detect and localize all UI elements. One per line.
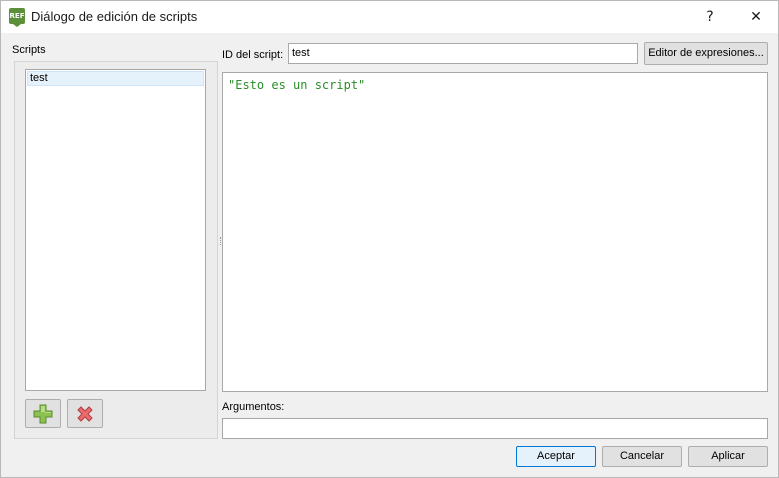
help-button[interactable]: ? (687, 1, 733, 33)
remove-x-icon (77, 405, 93, 422)
script-id-label: ID del script: (222, 49, 284, 61)
list-item[interactable]: test (27, 71, 204, 86)
help-icon: ? (706, 9, 714, 25)
scripts-label: Scripts (12, 44, 46, 56)
title-bar[interactable]: REF Diálogo de edición de scripts ? ✕ (1, 1, 778, 33)
expression-editor-button[interactable]: Editor de expresiones... (644, 42, 768, 65)
arguments-label: Argumentos: (222, 401, 285, 413)
apply-button[interactable]: Aplicar (688, 446, 768, 467)
close-button[interactable]: ✕ (733, 1, 779, 33)
app-icon: REF (9, 8, 25, 27)
script-edit-dialog: REF Diálogo de edición de scripts ? ✕ Sc… (0, 0, 779, 478)
cancel-button[interactable]: Cancelar (602, 446, 682, 467)
accept-button[interactable]: Aceptar (516, 446, 596, 467)
script-id-input[interactable]: test (288, 43, 638, 64)
close-icon: ✕ (750, 9, 762, 25)
list-item-label: test (30, 72, 48, 84)
arguments-input[interactable] (222, 418, 768, 439)
plus-icon (33, 404, 53, 423)
scripts-list[interactable]: test (25, 69, 206, 391)
code-line: "Esto es un script" (228, 78, 366, 92)
window-title: Diálogo de edición de scripts (31, 9, 198, 24)
add-script-button[interactable] (25, 399, 61, 428)
script-code-editor[interactable]: "Esto es un script" (222, 72, 768, 392)
remove-script-button[interactable] (67, 399, 103, 428)
scripts-panel: test (14, 61, 218, 439)
